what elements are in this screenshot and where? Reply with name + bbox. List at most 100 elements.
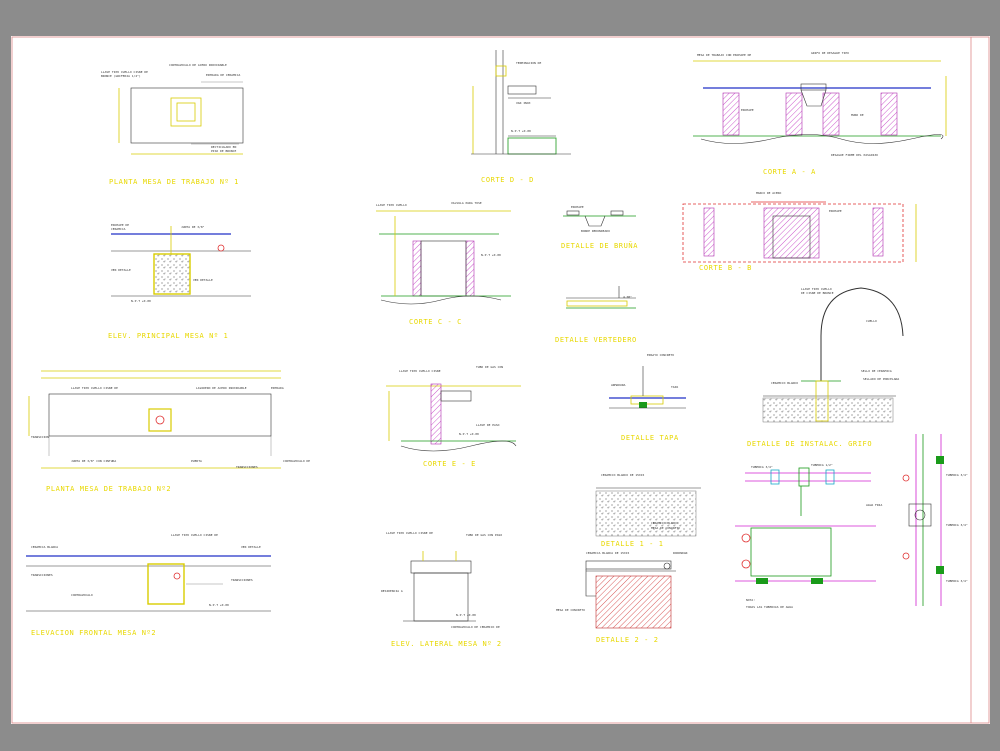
svg-text:ENCHAPE: ENCHAPE: [571, 205, 584, 209]
svg-text:CERAMICO BLANCO: CERAMICO BLANCO: [771, 381, 798, 385]
svg-text:CONTRAZOCALO: CONTRAZOCALO: [71, 593, 93, 597]
svg-text:ENCHAPE: ENCHAPE: [741, 108, 754, 112]
svg-text:NOTA:: NOTA:: [746, 598, 755, 602]
cad-viewport[interactable]: LLAVE TIPO CUELLO CISNE DE BRONCE (GRIFE…: [0, 0, 1000, 751]
detalle-tapa-drawing: ENSAYO CONCRETO ARMADURA TAPA: [609, 353, 686, 409]
svg-text:N.P.T +0.00: N.P.T +0.00: [481, 253, 501, 257]
svg-text:TODAS LAS TUBERIAS DE AGUA: TODAS LAS TUBERIAS DE AGUA: [746, 605, 793, 609]
corte-c-c-drawing: LLAVE TIPO CUELLO VALVULA PARA TOSE N.P.…: [376, 201, 511, 305]
svg-text:BORDE REDONDEADO: BORDE REDONDEADO: [581, 229, 610, 233]
svg-text:LLAVE TIPO CUELLO CISNE DE: LLAVE TIPO CUELLO CISNE DE: [386, 531, 433, 535]
svg-text:TUBERIA 3/4": TUBERIA 3/4": [946, 579, 968, 583]
svg-text:PISO DE BRONCE: PISO DE BRONCE: [211, 149, 236, 153]
view-title: CORTE E - E: [423, 460, 476, 468]
view-title: PLANTA MESA DE TRABAJO Nº 1: [109, 178, 239, 186]
detalle-grifo-drawing: LLAVE TIPO CUELLO DE CISNE DE BRONCE CUE…: [762, 287, 904, 423]
detalle-2-drawing: CERAMICA BLANCA DE 15X15 RODONDAR MESA D…: [556, 551, 688, 629]
svg-text:MURO DE: MURO DE: [851, 113, 864, 117]
svg-text:TUBO DE GAS CON: TUBO DE GAS CON: [476, 365, 503, 369]
corte-e-e-drawing: LLAVE TIPO CUELLO CISNE TUBO DE GAS CON …: [386, 365, 521, 452]
corte-a-a-drawing: MESA DE TRABAJO CON ENCHAPE DE GRIFO DE …: [693, 51, 947, 157]
drawing-sheet: LLAVE TIPO CUELLO CISNE DE BRONCE (GRIFE…: [11, 36, 990, 724]
elev-lateral-mesa-2-drawing: LLAVE TIPO CUELLO CISNE DE TUBO DE GAS C…: [381, 531, 502, 629]
svg-text:LLAVE TIPO CUELLO CISNE: LLAVE TIPO CUELLO CISNE: [399, 369, 441, 373]
svg-text:CERAMICO BLANCO DE 15X15: CERAMICO BLANCO DE 15X15: [601, 473, 645, 477]
view-title: PLANTA MESA DE TRABAJO Nº2: [46, 485, 171, 493]
detalle-1-drawing: CERAMICO BLANCO DE 15X15 CERAMICO BLANCO…: [595, 473, 701, 537]
elev-principal-mesa-1-drawing: ENCHAPE DE CERAMICA JUNTA DE 3/8" VER DE…: [111, 223, 251, 303]
planta-mesa-2-drawing: LLAVE TIPO CUELLO CISNE DE LAVADERO DE A…: [28, 370, 310, 469]
svg-text:VER DETALLE: VER DETALLE: [193, 278, 213, 282]
svg-text:TUBO DE GAS CON PASO: TUBO DE GAS CON PASO: [466, 533, 502, 537]
svg-text:VER DETALLE: VER DETALLE: [241, 545, 261, 549]
svg-text:CUELLO: CUELLO: [866, 319, 877, 323]
svg-text:AGUA FRIA: AGUA FRIA: [866, 503, 882, 507]
svg-text:TRANSICIONES: TRANSICIONES: [236, 465, 258, 469]
svg-text:PUERTA: PUERTA: [191, 459, 202, 463]
corte-d-d-drawing: TERMINACION DE VAR INOX N.P.T +0.00: [471, 50, 571, 155]
view-title: DETALLE 1 - 1: [601, 540, 664, 548]
svg-text:TRANSICION: TRANSICION: [31, 435, 49, 439]
svg-text:DESAGUE FIRME DEL PASADIZO: DESAGUE FIRME DEL PASADIZO: [831, 153, 878, 157]
view-title: CORTE D - D: [481, 176, 534, 184]
detalle-vertedero-drawing: 4.00": [566, 286, 636, 309]
sheet-border: [11, 36, 990, 724]
svg-text:TRANSICIONES: TRANSICIONES: [231, 578, 253, 582]
view-title: DETALLE DE INSTALAC. GRIFO: [747, 440, 872, 448]
svg-text:VALVULA PARA TOSE: VALVULA PARA TOSE: [451, 201, 482, 205]
svg-text:CERAMICA BLANCA: CERAMICA BLANCA: [31, 545, 58, 549]
view-title: DETALLE TAPA: [621, 434, 679, 442]
elev-frontal-mesa-2-drawing: CERAMICA BLANCA LLAVE TIPO CUELLO CISNE …: [26, 533, 271, 612]
svg-text:N.P.T +0.00: N.P.T +0.00: [459, 432, 479, 436]
svg-text:CONTRAZOCALO DE: CONTRAZOCALO DE: [283, 459, 310, 463]
svg-text:VAR INOX: VAR INOX: [516, 101, 531, 105]
svg-text:CONTRAZOCALO DE ACERO INOXIDAB: CONTRAZOCALO DE ACERO INOXIDABLE: [169, 63, 227, 67]
svg-text:ARMADURA: ARMADURA: [611, 383, 626, 387]
view-title: CORTE B - B: [699, 264, 752, 272]
svg-text:TUBERIA 3/4": TUBERIA 3/4": [946, 523, 968, 527]
svg-text:N.P.T +0.00: N.P.T +0.00: [511, 129, 531, 133]
svg-text:N.P.T +0.00: N.P.T +0.00: [456, 613, 476, 617]
svg-text:SELLO DE CERAMICA: SELLO DE CERAMICA: [861, 369, 892, 373]
svg-text:MESA DE CONCRETO: MESA DE CONCRETO: [556, 608, 585, 612]
svg-text:TUBERIA 3/4": TUBERIA 3/4": [946, 473, 968, 477]
view-title: ELEV. LATERAL MESA Nº 2: [391, 640, 502, 648]
svg-text:TUBERIA 3/4": TUBERIA 3/4": [751, 465, 773, 469]
svg-text:ENTRADA: ENTRADA: [271, 386, 284, 390]
svg-text:ENTRADA DE CERAMICA: ENTRADA DE CERAMICA: [206, 73, 241, 77]
svg-text:RESIDENCIA A: RESIDENCIA A: [381, 589, 403, 593]
svg-text:CERAMICO BLANCO: CERAMICO BLANCO: [651, 521, 678, 525]
detalle-bruna-drawing: ENCHAPE BORDE REDONDEADO: [563, 205, 636, 233]
svg-text:MESA DE CONCRETO: MESA DE CONCRETO: [651, 526, 680, 530]
view-title: DETALLE VERTEDERO: [555, 336, 637, 344]
svg-text:VER DETALLE: VER DETALLE: [111, 268, 131, 272]
svg-text:JUNTA DE 3/8": JUNTA DE 3/8": [181, 225, 205, 229]
svg-text:DE CISNE DE BRONCE: DE CISNE DE BRONCE: [801, 291, 834, 295]
svg-text:TERMINACION DE: TERMINACION DE: [516, 61, 541, 65]
svg-text:CERAMICA BLANCA DE 15X15: CERAMICA BLANCA DE 15X15: [586, 551, 630, 555]
svg-text:JUNTA DE 3/8" CON CINTURA: JUNTA DE 3/8" CON CINTURA: [71, 459, 116, 463]
svg-text:MESA DE TRABAJO CON ENCHAPE DE: MESA DE TRABAJO CON ENCHAPE DE: [697, 53, 751, 57]
view-title: CORTE C - C: [409, 318, 462, 326]
svg-text:TAPA: TAPA: [671, 385, 678, 389]
corte-b-b-drawing: MARCO DE ACERO ENCHAPE: [682, 191, 917, 263]
svg-text:N.P.T +0.00: N.P.T +0.00: [131, 299, 151, 303]
view-title: DETALLE 2 - 2: [596, 636, 659, 644]
svg-text:GRIFO DE DESAGUE TIPO: GRIFO DE DESAGUE TIPO: [811, 51, 849, 55]
svg-text:BRONCE (GRIFERIA 1/2"): BRONCE (GRIFERIA 1/2"): [101, 74, 141, 78]
view-title: ELEV. PRINCIPAL MESA Nº 1: [108, 332, 228, 340]
svg-text:N.P.T +0.00: N.P.T +0.00: [209, 603, 229, 607]
svg-text:LAVADERO DE ACERO INOXIDABLE: LAVADERO DE ACERO INOXIDABLE: [196, 386, 247, 390]
piping-details: TUBERIA 3/4" TUBERIA 1/2" NOTA: TODAS LA…: [735, 434, 968, 609]
svg-text:RODONDAR: RODONDAR: [673, 551, 688, 555]
view-title: DETALLE DE BRUÑA: [561, 241, 638, 250]
planta-mesa-1-drawing: LLAVE TIPO CUELLO CISNE DE BRONCE (GRIFE…: [101, 63, 244, 155]
svg-text:ENCHAPE: ENCHAPE: [829, 209, 842, 213]
svg-text:TUBERIA 1/2": TUBERIA 1/2": [811, 463, 833, 467]
svg-text:LLAVE TIPO CUELLO CISNE DE: LLAVE TIPO CUELLO CISNE DE: [171, 533, 218, 537]
svg-text:CERAMICA: CERAMICA: [111, 227, 126, 231]
view-title: ELEVACION FRONTAL MESA Nº2: [31, 629, 156, 637]
svg-text:LLAVE DE PASO: LLAVE DE PASO: [476, 423, 500, 427]
svg-text:SELLADO DE PORCELANA: SELLADO DE PORCELANA: [863, 377, 899, 381]
view-title: CORTE A - A: [763, 168, 816, 176]
